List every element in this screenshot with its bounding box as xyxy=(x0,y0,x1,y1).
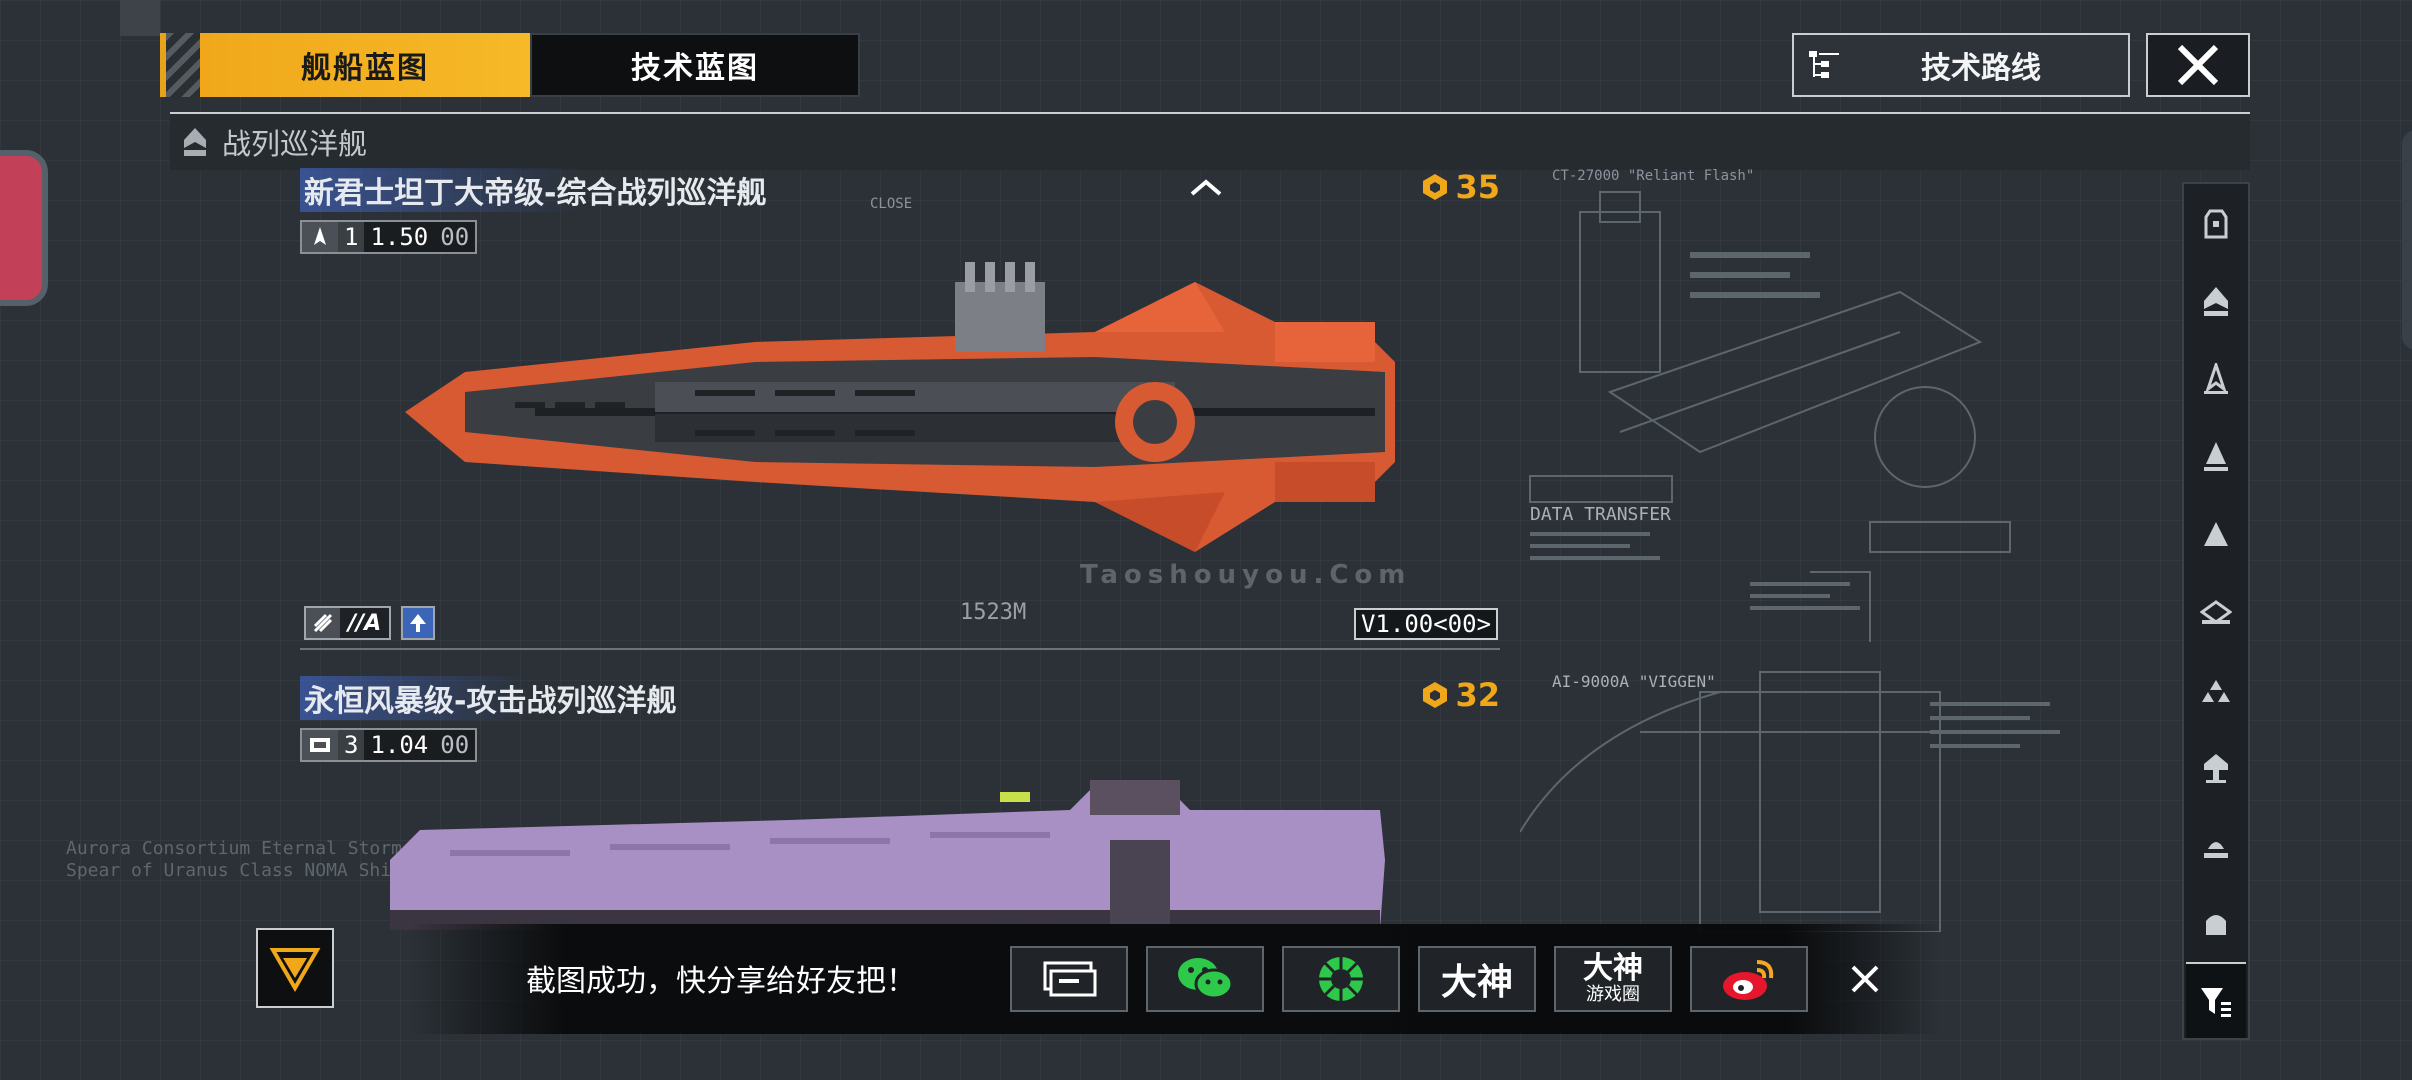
dashen-circle-share-button[interactable]: 大神 游戏圈 xyxy=(1554,946,1672,1012)
share-message: 截图成功，快分享给好友把！ xyxy=(526,964,916,999)
dashen-circle-title: 大神 xyxy=(1583,951,1643,986)
tab-ship-blueprint[interactable]: 舰船蓝图 xyxy=(200,33,530,97)
wechat-share-button[interactable] xyxy=(1146,946,1264,1012)
filter-item-station[interactable] xyxy=(2186,884,2246,962)
ship-name: 永恒风暴级-攻击战列巡洋舰 xyxy=(300,676,681,720)
weibo-share-button[interactable] xyxy=(1690,946,1808,1012)
dashen-label: 大神 xyxy=(1440,962,1513,1003)
ship-role-tag: //A xyxy=(304,606,392,640)
ship-type-icon xyxy=(302,730,338,760)
tree-list-icon xyxy=(1794,48,1854,82)
blueprint-schematic: DATA TRANSFER AI-9000A "VIGGEN" CT-27000… xyxy=(1199,168,2160,933)
weibo-icon xyxy=(1723,960,1774,1000)
filter-item-cruiser[interactable] xyxy=(2186,340,2246,418)
ship-render-1 xyxy=(405,262,1395,552)
moments-share-button[interactable] xyxy=(1282,946,1400,1012)
dashen-share-button[interactable]: 大神 xyxy=(1418,946,1536,1012)
close-icon xyxy=(2177,44,2219,86)
share-toast: 截图成功，快分享给好友把！ 大神 大神 游戏圈 xyxy=(410,924,1940,1034)
ship-spec-box: 1 1.50 00 xyxy=(300,220,478,254)
toast-close-button[interactable] xyxy=(1840,954,1890,1004)
left-edge-tab[interactable] xyxy=(0,150,48,306)
role-tag-label: //A xyxy=(348,610,382,636)
data-transfer-label: DATA TRANSFER xyxy=(1530,504,1671,525)
dashen-circle-label: 大神 游戏圈 xyxy=(1583,953,1643,1005)
category-label: 战列巡洋舰 xyxy=(222,127,368,161)
ship-scale-line xyxy=(300,648,1500,650)
arrow-up-icon xyxy=(410,614,427,632)
upgrade-tag xyxy=(401,606,436,640)
ship-type-icon xyxy=(302,222,338,252)
filter-item-frigate[interactable] xyxy=(2186,184,2246,262)
ship-spec-row: 3 1.04 00 xyxy=(300,728,1500,762)
filter-item-corvette[interactable] xyxy=(2186,729,2246,807)
ship-spec-suffix: 00 xyxy=(434,730,476,760)
tech-route-label: 技术路线 xyxy=(1921,51,2041,86)
ship-spec-box: 3 1.04 00 xyxy=(300,728,478,762)
corvette-icon xyxy=(2204,753,2228,783)
wechat-icon xyxy=(1178,958,1234,1000)
command-point-icon xyxy=(1423,682,1448,708)
ship-cost: 35 xyxy=(1421,168,1500,206)
close-icon xyxy=(1851,965,1879,993)
ship-spec-row: 1 1.50 00 xyxy=(300,220,1500,254)
ship-render-2 xyxy=(390,780,1385,930)
role-icon xyxy=(306,608,340,638)
support-icon xyxy=(2204,842,2228,859)
filter-item-destroyer[interactable] xyxy=(2186,262,2246,340)
viggen-label: AI-9000A "VIGGEN" xyxy=(1552,672,1716,691)
filter-item-fighter[interactable] xyxy=(2186,651,2246,729)
ship-cost-value: 35 xyxy=(1455,168,1500,206)
ship-spec-value: 1.04 xyxy=(364,730,435,760)
ship-spec-count: 1 xyxy=(338,222,365,252)
close-label: CLOSE xyxy=(870,196,913,212)
moments-icon xyxy=(1319,957,1363,1001)
filter-icon xyxy=(2201,988,2231,1018)
tech-route-button[interactable]: 技术路线 xyxy=(1792,33,2130,97)
category-bar: 战列巡洋舰 xyxy=(170,114,2250,170)
ship-spec-count: 3 xyxy=(338,730,365,760)
station-icon xyxy=(2206,915,2226,936)
filter-item-auxiliary[interactable] xyxy=(2186,495,2246,573)
cruiser-icon xyxy=(2204,362,2228,394)
screen-icon xyxy=(1043,961,1097,997)
watermark: Taoshouyou.Com xyxy=(1080,560,1412,590)
dashen-circle-subtitle: 游戏圈 xyxy=(1586,984,1640,1005)
ship-class-filter xyxy=(2182,182,2250,1040)
frigate-icon xyxy=(2204,209,2228,239)
destroyer-icon xyxy=(2204,286,2228,316)
ship-tag-row: //A xyxy=(304,606,436,640)
ship-cost: 32 xyxy=(1421,676,1500,714)
command-point-icon xyxy=(1423,174,1448,200)
ship-length: 1523M xyxy=(960,600,1027,625)
ship-version: V1.00<00> xyxy=(1354,608,1498,640)
right-edge-tab[interactable] xyxy=(2402,130,2412,350)
close-button[interactable] xyxy=(2146,33,2250,97)
tab-tech-blueprint[interactable]: 技术蓝图 xyxy=(530,33,860,97)
carrier-icon xyxy=(2200,600,2232,624)
battlecruiser-icon xyxy=(2204,442,2228,472)
auxiliary-icon xyxy=(2204,522,2228,547)
tab-stripe-decor xyxy=(160,33,200,97)
screenshot-share-button[interactable] xyxy=(1010,946,1128,1012)
ship-cost-value: 32 xyxy=(1455,676,1500,714)
blueprint-tabs: 舰船蓝图 技术蓝图 xyxy=(160,33,860,97)
ship-class-icon xyxy=(184,128,206,156)
game-logo-icon xyxy=(269,948,321,992)
filter-item-carrier[interactable] xyxy=(2186,573,2246,651)
filter-item-support[interactable] xyxy=(2186,807,2246,885)
ship-spec-suffix: 00 xyxy=(434,222,476,252)
game-logo-button[interactable] xyxy=(256,928,334,1008)
ship-name: 新君士坦丁大帝级-综合战列巡洋舰 xyxy=(300,168,771,212)
corner-marker xyxy=(120,0,160,36)
reliant-label: CT-27000 "Reliant Flash" xyxy=(1552,168,1755,184)
ship-spec-value: 1.50 xyxy=(364,222,435,252)
filter-item-battlecruiser[interactable] xyxy=(2186,417,2246,495)
fighter-icon xyxy=(2202,679,2230,702)
filter-toggle-button[interactable] xyxy=(2186,962,2246,1038)
